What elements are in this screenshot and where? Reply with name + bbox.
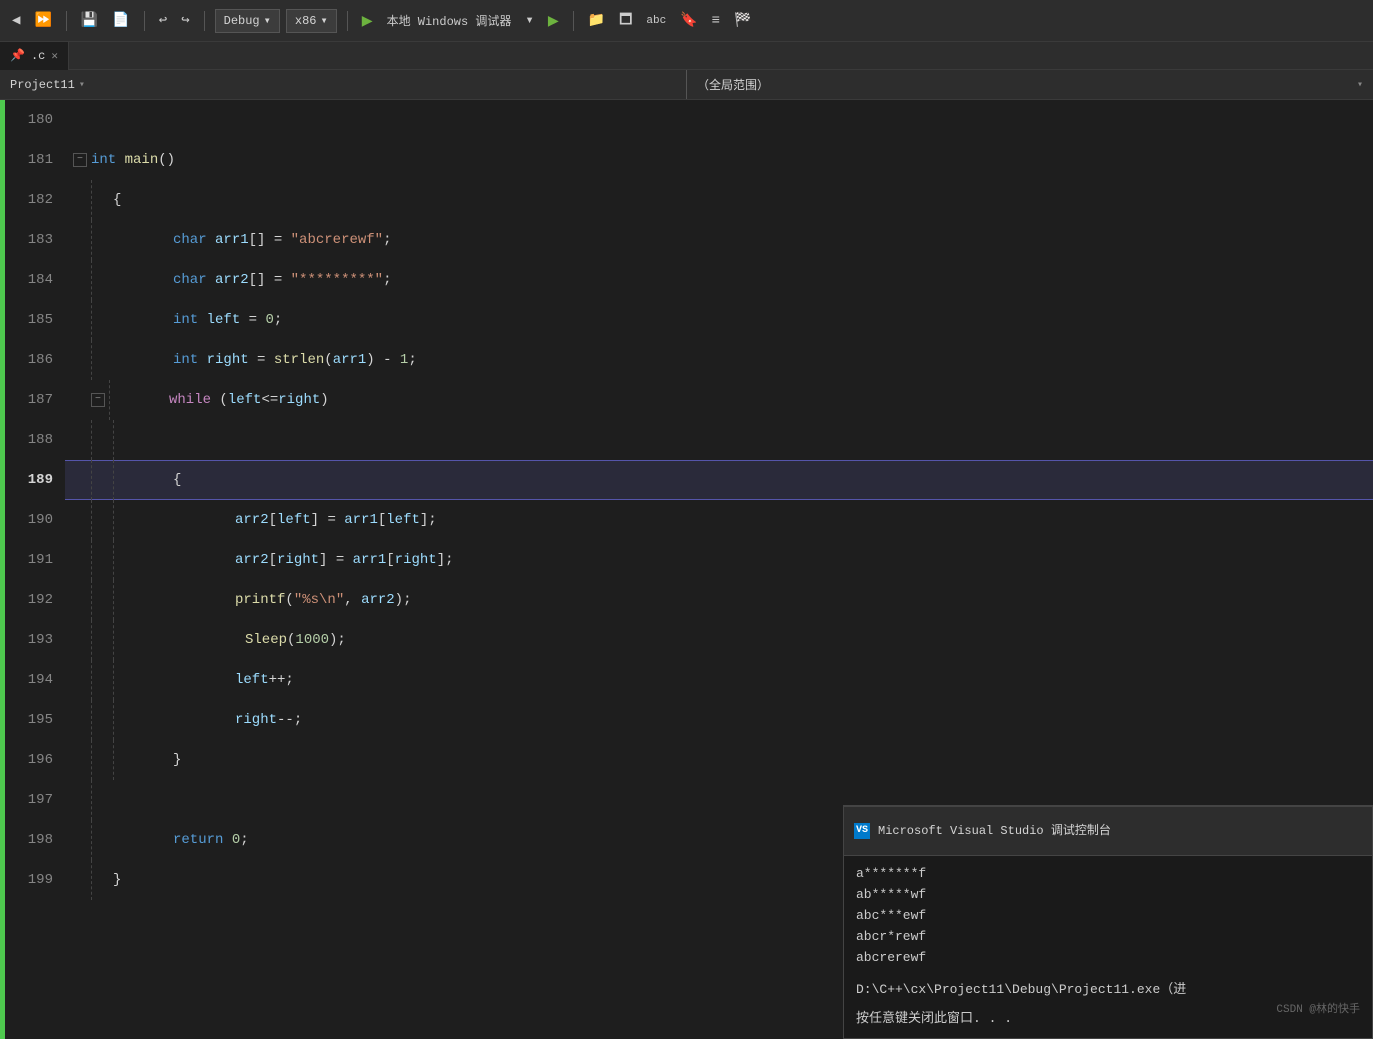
code-line-190: arr2[left] = arr1[left]; — [65, 500, 1373, 540]
flag-icon[interactable]: 🏁 — [730, 10, 755, 31]
bookmark-icon[interactable]: 🔖 — [676, 10, 701, 31]
divider-1 — [66, 11, 67, 31]
nav-project[interactable]: Project11 ▾ — [0, 70, 687, 99]
toolbar: ◀ ⏩ 💾 📄 ↩ ↪ Debug ▾ x86 ▾ ▶ 本地 Windows 调… — [0, 0, 1373, 42]
chevron-down-icon: ▾ — [320, 13, 327, 28]
tab-close-icon[interactable]: ✕ — [51, 49, 58, 63]
divider-2 — [144, 11, 145, 31]
play-button[interactable]: ▶ — [358, 8, 377, 34]
code-line-192: printf("%s\n", arr2); — [65, 580, 1373, 620]
list-icon[interactable]: ≡ — [708, 11, 724, 31]
line-num-185: 185 — [13, 300, 53, 340]
code-line-182: { — [65, 180, 1373, 220]
tab-label: .c — [31, 49, 45, 63]
vs-icon: VS — [854, 823, 870, 839]
code-line-196: } — [65, 740, 1373, 780]
debug-output-line-2: ab*****wf — [856, 885, 1360, 906]
collapse-181[interactable]: − — [73, 153, 87, 167]
line-num-199: 199 — [13, 860, 53, 900]
code-line-186: int right = strlen(arr1) - 1; — [65, 340, 1373, 380]
code-line-183: char arr1[] = "abcrerewf"; — [65, 220, 1373, 260]
line-num-193: 193 — [13, 620, 53, 660]
nav-scope[interactable]: （全局范围） ▾ — [687, 70, 1373, 99]
code-line-194: left++; — [65, 660, 1373, 700]
tab-bar: 📌 .c ✕ — [0, 42, 1373, 70]
code-line-193: Sleep(1000); — [65, 620, 1373, 660]
debug-output-line-1: a*******f — [856, 864, 1360, 885]
line-num-192: 192 — [13, 580, 53, 620]
spell-icon: abc — [642, 13, 670, 29]
debug-output-line-4: abcr*rewf — [856, 927, 1360, 948]
line-num-186: 186 — [13, 340, 53, 380]
nav-dropdown-icon: ▾ — [79, 79, 85, 91]
debug-output-line-3: abc***ewf — [856, 906, 1360, 927]
code-area[interactable]: − int main() { char arr1[] = "abcrerewf"… — [65, 100, 1373, 1039]
divider-5 — [573, 11, 574, 31]
collapse-187[interactable]: − — [91, 393, 105, 407]
run-label: 本地 Windows 调试器 — [383, 10, 516, 31]
undo-icon[interactable]: ↩ — [155, 10, 171, 31]
line-num-187: 187 — [13, 380, 53, 420]
line-numbers: 180 181 182 183 184 185 186 187 188 189 … — [5, 100, 65, 1039]
debug-console-label: Microsoft Visual Studio 调试控制台 — [878, 811, 1111, 851]
debug-console-title: VS Microsoft Visual Studio 调试控制台 — [844, 807, 1372, 856]
debug-config-dropdown[interactable]: Debug ▾ — [215, 9, 280, 33]
line-num-184: 184 — [13, 260, 53, 300]
debug-console: VS Microsoft Visual Studio 调试控制台 a******… — [843, 805, 1373, 1039]
line-num-196: 196 — [13, 740, 53, 780]
line-num-180: 180 — [13, 100, 53, 140]
debug-output-line-5: abcrerewf — [856, 948, 1360, 969]
code-line-184: char arr2[] = "*********"; — [65, 260, 1373, 300]
run-without-debug-btn[interactable]: ▶ — [544, 8, 563, 34]
save-all-icon[interactable]: 📄 — [108, 10, 133, 31]
window-icon[interactable]: 🗖 — [615, 7, 636, 35]
pin-icon: 📌 — [10, 48, 25, 63]
line-num-182: 182 — [13, 180, 53, 220]
code-line-188 — [65, 420, 1373, 460]
code-line-189: { — [65, 460, 1373, 500]
redo-icon[interactable]: ↪ — [177, 10, 193, 31]
line-num-195: 195 — [13, 700, 53, 740]
line-num-181: 181 — [13, 140, 53, 180]
line-num-191: 191 — [13, 540, 53, 580]
folder-icon[interactable]: 📁 — [584, 10, 609, 31]
file-tab[interactable]: 📌 .c ✕ — [0, 42, 69, 70]
code-line-195: right--; — [65, 700, 1373, 740]
watermark: CSDN @林的快手 — [1276, 990, 1360, 1030]
line-num-198: 198 — [13, 820, 53, 860]
arch-dropdown[interactable]: x86 ▾ — [286, 9, 337, 33]
code-line-180 — [65, 100, 1373, 140]
line-num-188: 188 — [13, 420, 53, 460]
code-line-185: int left = 0; — [65, 300, 1373, 340]
line-num-183: 183 — [13, 220, 53, 260]
nav-bar: Project11 ▾ （全局范围） ▾ — [0, 70, 1373, 100]
back-icon[interactable]: ◀ — [8, 10, 24, 31]
divider-3 — [204, 11, 205, 31]
code-line-191: arr2[right] = arr1[right]; — [65, 540, 1373, 580]
code-line-181: − int main() — [65, 140, 1373, 180]
forward-icon[interactable]: ⏩ — [30, 10, 55, 31]
save-icon[interactable]: 💾 — [77, 10, 102, 31]
line-num-197: 197 — [13, 780, 53, 820]
scope-dropdown-icon: ▾ — [1357, 79, 1363, 91]
editor-container: 180 181 182 183 184 185 186 187 188 189 … — [0, 100, 1373, 1039]
divider-4 — [347, 11, 348, 31]
line-num-189: 189 — [13, 460, 53, 500]
line-num-190: 190 — [13, 500, 53, 540]
code-line-187: − while (left<=right) — [65, 380, 1373, 420]
chevron-down-icon: ▾ — [264, 13, 271, 28]
run-dropdown-icon[interactable]: ▾ — [521, 10, 537, 31]
line-num-194: 194 — [13, 660, 53, 700]
